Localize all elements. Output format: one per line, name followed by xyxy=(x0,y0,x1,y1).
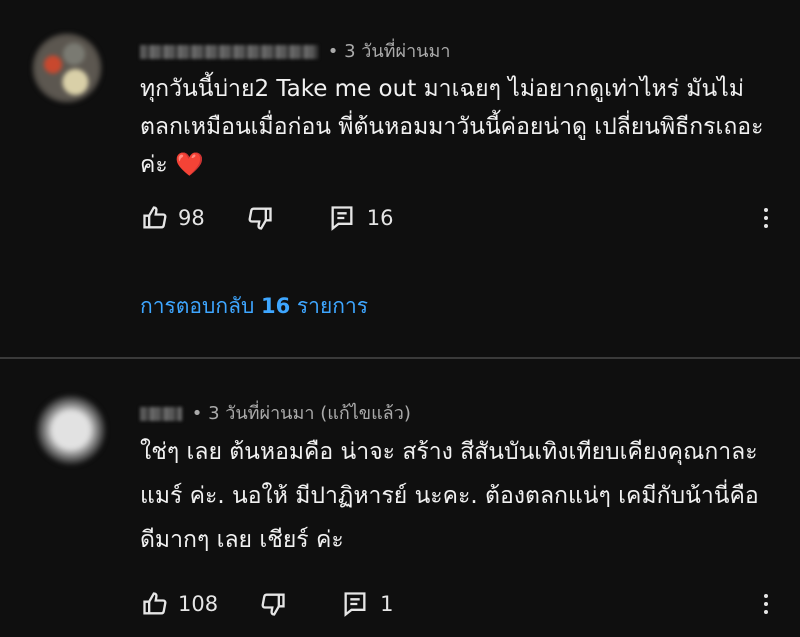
comment-actions: 98 16 xyxy=(140,203,393,233)
heart-emoji: ❤️ xyxy=(175,152,204,178)
replies-link-count: 16 xyxy=(260,294,291,318)
reply-count: 16 xyxy=(366,206,394,230)
thumbs-down-icon[interactable] xyxy=(245,203,275,233)
replies-link-prefix: การตอบกลับ xyxy=(140,294,261,318)
reply-icon[interactable] xyxy=(327,203,357,233)
reply-icon[interactable] xyxy=(340,589,370,619)
thumbs-down-icon[interactable] xyxy=(258,589,288,619)
comment-actions: 108 1 xyxy=(140,589,393,619)
author-name-blurred[interactable] xyxy=(140,407,182,421)
thumbs-up-icon[interactable] xyxy=(140,589,170,619)
avatar[interactable] xyxy=(32,33,102,103)
like-count: 108 xyxy=(178,592,219,616)
reply-count: 1 xyxy=(380,592,394,616)
comment-time[interactable]: 3 วันที่ผ่านมา xyxy=(208,403,314,424)
avatar[interactable] xyxy=(36,395,106,465)
comment-text: ใช่ๆ เลย ต้นหอมคือ น่าจะ สร้าง สีสันบันเ… xyxy=(140,439,759,553)
separator-dot: • xyxy=(191,403,209,424)
comment: • 3 วันที่ผ่านมา (แก้ไขแล้ว) ใช่ๆ เลย ต้… xyxy=(0,362,800,637)
comment-body: ทุกวันนี้บ่าย2 Take me out มาเฉยๆ ไม่อยา… xyxy=(140,70,772,184)
comment-time[interactable]: 3 วันที่ผ่านมา xyxy=(344,41,450,62)
divider xyxy=(0,357,800,359)
comment-header: • 3 วันที่ผ่านมา xyxy=(140,36,450,65)
more-vert-icon[interactable] xyxy=(758,589,774,619)
edited-label: (แก้ไขแล้ว) xyxy=(320,403,411,424)
replies-link-suffix: รายการ xyxy=(290,294,369,318)
thumbs-up-icon[interactable] xyxy=(140,203,170,233)
comment-body: ใช่ๆ เลย ต้นหอมคือ น่าจะ สร้าง สีสันบันเ… xyxy=(140,430,772,562)
more-vert-icon[interactable] xyxy=(758,203,774,233)
like-count: 98 xyxy=(178,206,205,230)
comment-header: • 3 วันที่ผ่านมา (แก้ไขแล้ว) xyxy=(140,398,411,427)
separator-dot: • xyxy=(327,41,345,62)
comment: • 3 วันที่ผ่านมา ทุกวันนี้บ่าย2 Take me … xyxy=(0,0,800,358)
author-name-blurred[interactable] xyxy=(140,45,318,59)
comment-text: ทุกวันนี้บ่าย2 Take me out มาเฉยๆ ไม่อยา… xyxy=(140,76,764,178)
view-replies-link[interactable]: การตอบกลับ 16 รายการ xyxy=(140,290,368,323)
